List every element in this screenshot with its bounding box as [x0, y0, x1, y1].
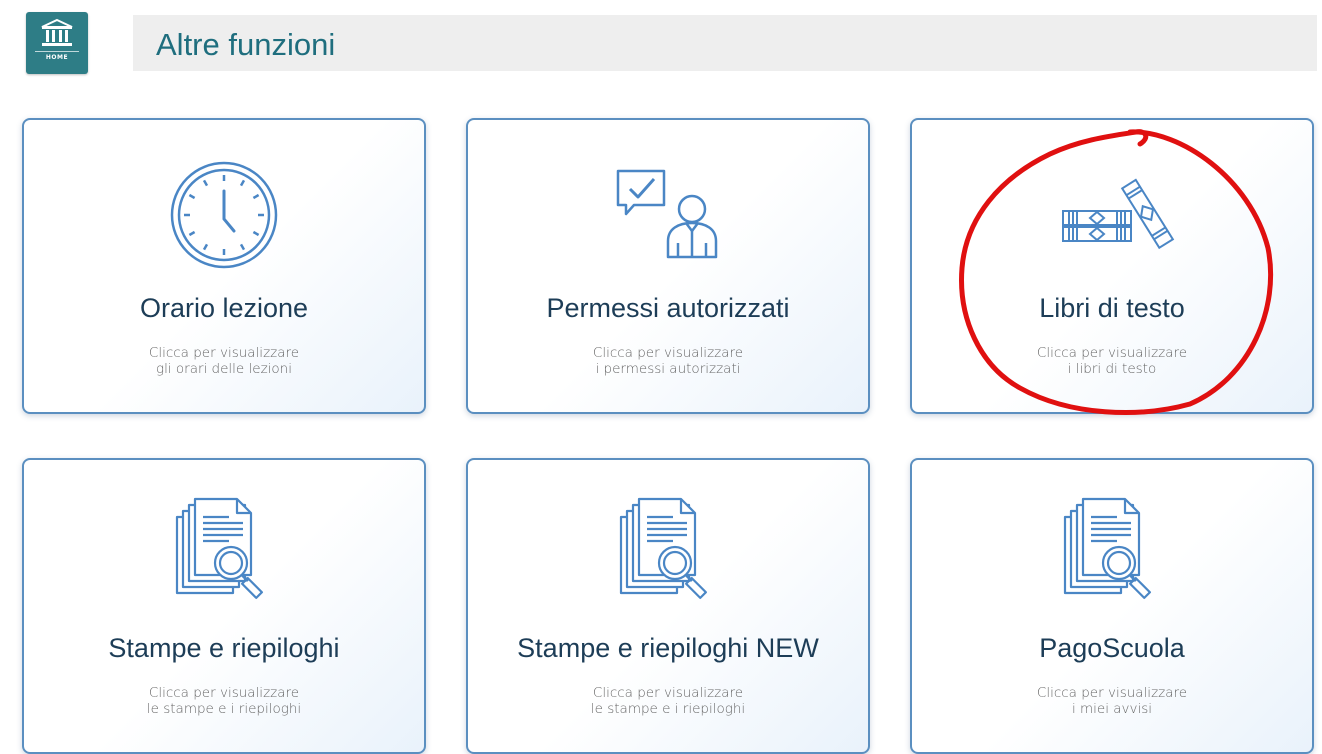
card-description: Clicca per visualizzare gli orari delle … — [24, 345, 424, 377]
card-libri-di-testo[interactable]: Libri di testo Clicca per visualizzare i… — [910, 118, 1314, 414]
home-button[interactable]: HOME — [26, 12, 88, 74]
card-description-line: Clicca per visualizzare — [1036, 345, 1188, 361]
card-description-line: Clicca per visualizzare — [1036, 685, 1188, 701]
card-description: Clicca per visualizzare i libri di testo — [912, 345, 1312, 377]
card-description-line: Clicca per visualizzare — [592, 345, 744, 361]
title-bar: Altre funzioni — [133, 15, 1317, 71]
card-description-line: Clicca per visualizzare — [148, 345, 300, 361]
card-description: Clicca per visualizzare le stampe e i ri… — [24, 685, 424, 717]
home-label: HOME — [35, 51, 79, 61]
card-description-line: gli orari delle lezioni — [155, 361, 292, 377]
card-title: Stampe e riepiloghi NEW — [517, 633, 819, 663]
card-stampe-e-riepiloghi[interactable]: Stampe e riepiloghi Clicca per visualizz… — [22, 458, 426, 754]
card-title: Stampe e riepiloghi — [108, 633, 340, 663]
card-title: PagoScuola — [1039, 633, 1185, 663]
card-description-line: le stampe e i riepiloghi — [590, 701, 746, 717]
books-icon — [1047, 150, 1177, 280]
card-orario-lezione[interactable]: Orario lezione Clicca per visualizzare g… — [22, 118, 426, 414]
card-description: Clicca per visualizzare i miei avvisi — [912, 685, 1312, 717]
card-description: Clicca per visualizzare le stampe e i ri… — [468, 685, 868, 717]
bank-building-icon — [41, 18, 73, 46]
card-title: Libri di testo — [1039, 293, 1185, 323]
card-description-line: i permessi autorizzati — [595, 361, 741, 377]
card-stampe-e-riepiloghi-new[interactable]: Stampe e riepiloghi NEW Clicca per visua… — [466, 458, 870, 754]
clock-icon — [159, 150, 289, 280]
documents-search-icon — [603, 490, 733, 620]
approved-person-icon — [603, 150, 733, 280]
card-description-line: Clicca per visualizzare — [148, 685, 300, 701]
card-description-line: i miei avvisi — [1071, 701, 1153, 717]
page-title: Altre funzioni — [156, 27, 336, 62]
card-pagoscuola[interactable]: PagoScuola Clicca per visualizzare i mie… — [910, 458, 1314, 754]
card-description: Clicca per visualizzare i permessi autor… — [468, 345, 868, 377]
documents-search-icon — [159, 490, 289, 620]
card-permessi-autorizzati[interactable]: Permessi autorizzati Clicca per visualiz… — [466, 118, 870, 414]
card-title: Permessi autorizzati — [546, 293, 790, 323]
documents-search-icon — [1047, 490, 1177, 620]
card-description-line: le stampe e i riepiloghi — [146, 701, 302, 717]
card-description-line: i libri di testo — [1067, 361, 1157, 377]
card-description-line: Clicca per visualizzare — [592, 685, 744, 701]
card-title: Orario lezione — [139, 293, 309, 323]
